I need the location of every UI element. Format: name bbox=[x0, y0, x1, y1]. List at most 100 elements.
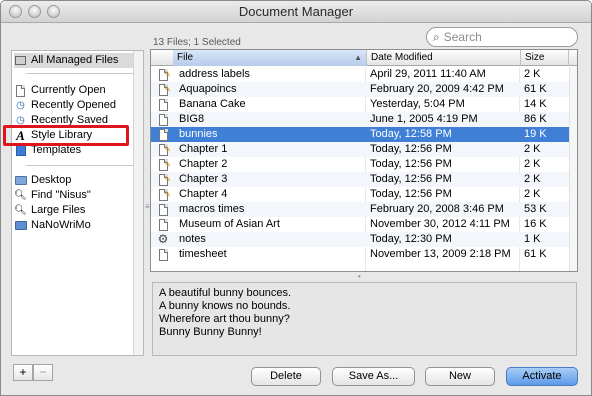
table-row[interactable]: bunnies Today, 12:58 PM 19 K bbox=[151, 127, 577, 142]
pencil-doc-icon: ✎ bbox=[157, 67, 171, 82]
table-row[interactable]: timesheet November 13, 2009 2:18 PM 61 K bbox=[151, 247, 577, 262]
date-modified-cell: Today, 12:56 PM bbox=[370, 173, 452, 185]
column-header-label: File bbox=[177, 52, 194, 63]
table-row[interactable]: BIG8 June 1, 2005 4:19 PM 86 K bbox=[151, 112, 577, 127]
file-name-cell: Chapter 4 bbox=[179, 188, 228, 200]
file-preview: A beautiful bunny bounces. A bunny knows… bbox=[152, 282, 577, 356]
table-row[interactable]: macros times February 20, 2008 3:46 PM 53 … bbox=[151, 202, 577, 217]
table-row[interactable]: ✎ Chapter 2 Today, 12:56 PM 2 K bbox=[151, 157, 577, 172]
close-window-button[interactable] bbox=[9, 5, 22, 18]
table-row[interactable]: ✎ Chapter 3 Today, 12:56 PM 2 K bbox=[151, 172, 577, 187]
sidebar-item-label: All Managed Files bbox=[31, 54, 119, 66]
zoom-window-button[interactable] bbox=[47, 5, 60, 18]
file-name-cell: address labels bbox=[179, 68, 250, 80]
date-modified-cell: Today, 12:30 PM bbox=[370, 233, 452, 245]
file-table: File ▲ Date Modified Size ✎ address label… bbox=[150, 49, 578, 272]
minimize-window-button[interactable] bbox=[28, 5, 41, 18]
size-cell: 86 K bbox=[524, 113, 547, 125]
file-name-cell: bunnies bbox=[179, 128, 218, 140]
preview-line: A beautiful bunny bounces. bbox=[159, 287, 292, 299]
sidebar-item-find-nisus[interactable]: 🔍︎ Find "Nisus" bbox=[14, 188, 91, 203]
date-modified-cell: February 20, 2009 4:42 PM bbox=[370, 83, 504, 95]
table-row[interactable]: ⚙ notes Today, 12:30 PM 1 K bbox=[151, 232, 577, 247]
preview-line: Wherefore art thou bunny? bbox=[159, 313, 290, 325]
date-modified-cell: Today, 12:56 PM bbox=[370, 143, 452, 155]
preview-line: A bunny knows no bounds. bbox=[159, 300, 291, 312]
size-cell: 2 K bbox=[524, 143, 541, 155]
table-row[interactable]: Banana Cake Yesterday, 5:04 PM 14 K bbox=[151, 97, 577, 112]
size-cell: 14 K bbox=[524, 98, 547, 110]
doc-icon bbox=[157, 127, 169, 142]
activate-button[interactable]: Activate bbox=[506, 367, 578, 386]
split-view-grip-icon[interactable]: ≡ bbox=[145, 202, 150, 211]
file-name-cell: Banana Cake bbox=[179, 98, 246, 110]
doc-icon bbox=[157, 217, 169, 232]
table-row[interactable]: ✎ Chapter 1 Today, 12:56 PM 2 K bbox=[151, 142, 577, 157]
search-field[interactable]: ⌕ bbox=[426, 27, 578, 47]
sidebar-item-nanowrimo[interactable]: NaNoWriMo bbox=[14, 218, 91, 233]
gear-doc-icon: ⚙ bbox=[157, 232, 169, 246]
clock-icon: ◷ bbox=[16, 100, 25, 111]
size-cell: 2 K bbox=[524, 68, 541, 80]
add-item-button[interactable]: + bbox=[13, 364, 33, 381]
magnifier-icon: 🔍︎ bbox=[14, 190, 27, 201]
magnifier-icon: 🔍︎ bbox=[14, 205, 27, 216]
column-header-file[interactable]: File ▲ bbox=[173, 50, 367, 66]
magnifier-icon: ⌕ bbox=[433, 29, 440, 44]
size-cell: 61 K bbox=[524, 248, 547, 260]
file-name-cell: Museum of Asian Art bbox=[179, 218, 280, 230]
file-name-cell: Chapter 1 bbox=[179, 143, 228, 155]
doc-icon bbox=[157, 112, 169, 127]
split-view-grip-icon[interactable]: • bbox=[358, 272, 361, 281]
sidebar-item-desktop[interactable]: Desktop bbox=[14, 173, 71, 188]
sidebar-divider bbox=[26, 165, 138, 166]
sidebar-item-recently-opened[interactable]: ◷ Recently Opened bbox=[14, 98, 116, 113]
size-cell: 19 K bbox=[524, 128, 547, 140]
table-row[interactable]: ✎ address labels April 29, 2011 11:40 AM 2 … bbox=[151, 67, 577, 82]
table-row[interactable]: ✎ Chapter 4 Today, 12:56 PM 2 K bbox=[151, 187, 577, 202]
file-name-cell: Chapter 2 bbox=[179, 158, 228, 170]
column-header-size[interactable]: Size bbox=[521, 50, 569, 66]
document-manager-window: Document Manager 13 Files; 1 Selected ⌕ … bbox=[0, 0, 592, 396]
date-modified-cell: February 20, 2008 3:46 PM bbox=[370, 203, 504, 215]
date-modified-cell: April 29, 2011 11:40 AM bbox=[370, 68, 486, 80]
sidebar-item-label: Desktop bbox=[31, 174, 72, 186]
title-bar: Document Manager bbox=[1, 1, 591, 23]
column-header-label: Size bbox=[525, 52, 545, 63]
sidebar-item-all-managed-files[interactable]: All Managed Files bbox=[14, 53, 133, 68]
size-cell: 1 K bbox=[524, 233, 541, 245]
drawer-icon bbox=[14, 54, 27, 67]
search-input[interactable] bbox=[443, 30, 554, 44]
window-title: Document Manager bbox=[238, 4, 354, 19]
sidebar-item-label: Large Files bbox=[31, 204, 86, 216]
new-button[interactable]: New bbox=[425, 367, 495, 386]
date-modified-cell: November 30, 2012 4:11 PM bbox=[370, 218, 510, 230]
doc-icon bbox=[157, 97, 169, 112]
save-as-button[interactable]: Save As... bbox=[332, 367, 415, 386]
sidebar-item-label: Find "Nisus" bbox=[31, 189, 91, 201]
style-library-highlight bbox=[3, 125, 129, 146]
sidebar-item-large-files[interactable]: 🔍︎ Large Files bbox=[14, 203, 85, 218]
table-scrollbar[interactable] bbox=[569, 67, 577, 271]
size-cell: 2 K bbox=[524, 188, 541, 200]
pencil-doc-icon: ✎ bbox=[157, 172, 171, 187]
remove-item-button[interactable]: − bbox=[33, 364, 53, 381]
folder-icon bbox=[14, 174, 27, 187]
date-modified-cell: Yesterday, 5:04 PM bbox=[370, 98, 465, 110]
preview-line: Bunny Bunny Bunny! bbox=[159, 326, 262, 338]
table-row[interactable]: ✎ Aquapoincs February 20, 2009 4:42 PM 61 K bbox=[151, 82, 577, 97]
size-cell: 61 K bbox=[524, 83, 547, 95]
sidebar-scrollbar[interactable] bbox=[133, 51, 143, 355]
sidebar-item-label: Currently Open bbox=[31, 84, 106, 96]
delete-button[interactable]: Delete bbox=[251, 367, 321, 386]
document-icon bbox=[14, 84, 27, 97]
date-modified-cell: Today, 12:58 PM bbox=[370, 128, 452, 140]
sidebar-item-currently-open[interactable]: Currently Open bbox=[14, 83, 106, 98]
file-name-cell: Aquapoincs bbox=[179, 83, 237, 95]
file-name-cell: notes bbox=[179, 233, 206, 245]
doc-icon bbox=[157, 247, 169, 262]
file-count-status: 13 Files; 1 Selected bbox=[153, 37, 241, 48]
pencil-doc-icon: ✎ bbox=[157, 142, 171, 157]
table-row[interactable]: Museum of Asian Art November 30, 2012 4:1… bbox=[151, 217, 577, 232]
column-header-date-modified[interactable]: Date Modified bbox=[367, 50, 521, 66]
